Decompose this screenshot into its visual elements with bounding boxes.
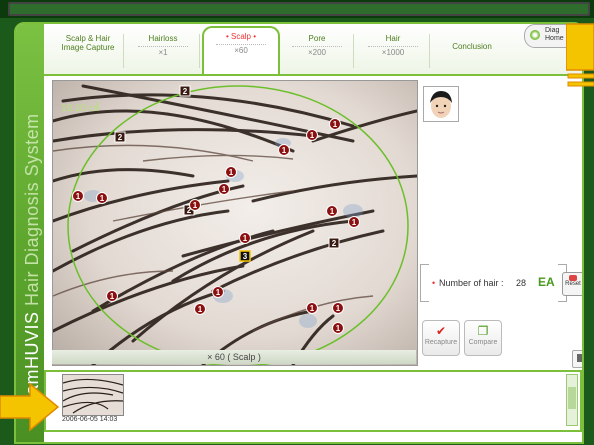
bullet-icon: • — [432, 278, 436, 288]
marker-count: 1 — [198, 305, 203, 314]
tab-label: • Scalp • — [225, 32, 257, 41]
compare-button[interactable]: ❐ Compare — [464, 320, 502, 356]
recapture-label: Recapture — [424, 339, 458, 346]
hair-count-marker: 1 — [194, 303, 206, 315]
marker-count: 2 — [183, 87, 188, 96]
scalp-image: 21121111 12111123111 1 11 — [53, 81, 417, 365]
marker-count: 2 — [118, 133, 123, 142]
thumbnail-scrollbar[interactable] — [566, 374, 578, 426]
tab-image-capture[interactable]: Scalp & Hair Image Capture — [52, 30, 124, 70]
tab-label: Hair — [385, 34, 401, 43]
tab-scalp[interactable]: • Scalp • ×60 — [202, 26, 280, 74]
capture-thumbnail[interactable] — [62, 374, 124, 416]
patient-avatar — [423, 86, 459, 122]
marker-count: 1 — [310, 131, 315, 140]
checkmark-icon: ✔ — [435, 324, 447, 338]
marker-count: 1 — [243, 234, 248, 243]
home-button-label-1: Diag — [545, 27, 560, 34]
sidebar: AramHUVIS Hair Diagnosis System — [16, 24, 44, 442]
home-icon — [530, 30, 540, 40]
hair-count-marker: 2 — [114, 131, 126, 143]
tab-pore[interactable]: Pore ×200 — [280, 30, 354, 70]
marker-count: 1 — [76, 192, 81, 201]
marker-count: 1 — [330, 207, 335, 216]
tab-magnification: ×1 — [138, 46, 188, 58]
hair-count-marker: 1 — [306, 129, 318, 141]
hair-count-value: 28 — [516, 278, 527, 288]
tab-hair[interactable]: Hair ×1000 — [356, 30, 430, 70]
marker-count: 1 — [229, 168, 234, 177]
capture-history-strip: 2006-06-05 14:03 — [44, 370, 582, 432]
hair-count-marker: 2 — [328, 237, 340, 249]
print-button[interactable] — [572, 350, 582, 368]
hair-count-marker: 1 — [72, 190, 84, 202]
sidebar-title-system: Hair Diagnosis System — [22, 113, 42, 306]
tab-label: Scalp & Hair Image Capture — [61, 34, 115, 52]
tab-label: Hairloss — [148, 34, 178, 43]
tab-hairloss[interactable]: Hairloss ×1 — [126, 30, 200, 70]
highlight-arrow-icon — [566, 23, 594, 87]
tab-magnification: ×200 — [292, 46, 342, 58]
marker-count: 1 — [336, 324, 341, 333]
top-strip — [0, 0, 594, 18]
tab-label: Conclusion — [452, 42, 492, 51]
marker-count: 1 — [282, 146, 287, 155]
marker-count: 1 — [336, 304, 341, 313]
marker-count: 1 — [333, 120, 338, 129]
thumbnail-date: 2006-06-05 14:03 — [62, 416, 118, 423]
tab-conclusion[interactable]: Conclusion — [432, 30, 512, 70]
hair-count-marker: 1 — [189, 199, 201, 211]
tab-label: Pore — [308, 34, 326, 43]
hair-count-marker: 1 — [332, 322, 344, 334]
marker-count: 1 — [310, 304, 315, 313]
face-icon — [424, 87, 458, 121]
scrollbar-thumb[interactable] — [568, 387, 576, 409]
sidebar-title: AramHUVIS Hair Diagnosis System — [18, 54, 46, 414]
marker-count: 1 — [100, 194, 105, 203]
hair-count-marker: 1 — [278, 144, 290, 156]
marker-count: 1 — [110, 292, 115, 301]
hair-count-marker: 1 — [212, 286, 224, 298]
tab-magnification: ×1000 — [368, 46, 418, 58]
hair-count-panel: • Number of hair : 28 EA — [420, 264, 580, 304]
hair-count-marker: 1 — [106, 290, 118, 302]
printer-icon — [577, 354, 582, 362]
reset-button[interactable]: Reset — [562, 272, 582, 296]
hair-count-marker: 1 — [225, 166, 237, 178]
reset-label: Reset — [565, 281, 581, 287]
hair-count-marker: 1 — [332, 302, 344, 314]
copy-icon: ❐ — [477, 324, 489, 338]
microscope-image-viewer[interactable]: 2112111112111123111111 19.10 ㎠ — [52, 80, 418, 366]
marker-count: 1 — [216, 288, 221, 297]
tab-magnification: ×60 — [216, 44, 266, 56]
hair-count-marker: 1 — [329, 118, 341, 130]
marker-count: 1 — [193, 201, 198, 210]
marker-count: 1 — [352, 218, 357, 227]
hair-count-marker: 3 — [239, 250, 251, 262]
home-button-label-2: Home — [545, 35, 564, 42]
tab-bar: Scalp & Hair Image Capture Hairloss ×1 •… — [44, 24, 582, 76]
hair-count-marker: 1 — [306, 302, 318, 314]
hair-count-label: Number of hair : — [439, 278, 504, 288]
hair-count-marker: 1 — [218, 183, 230, 195]
marker-count: 2 — [332, 239, 337, 248]
area-measurement: 19.10 ㎠ — [61, 103, 99, 114]
marker-count: 3 — [243, 252, 248, 261]
compare-label: Compare — [468, 339, 498, 346]
hair-count-marker: 2 — [179, 85, 191, 97]
recapture-button[interactable]: ✔ Recapture — [422, 320, 460, 356]
hair-count-marker: 1 — [239, 232, 251, 244]
hair-count-marker: 1 — [348, 216, 360, 228]
hair-count-unit: EA — [538, 275, 555, 289]
hair-count-marker: 1 — [96, 192, 108, 204]
marker-count: 1 — [222, 185, 227, 194]
highlight-arrow-icon — [0, 382, 60, 432]
viewer-caption: × 60 ( Scalp ) — [52, 350, 416, 364]
hair-count-marker: 1 — [326, 205, 338, 217]
thumbnail-image — [63, 375, 123, 415]
